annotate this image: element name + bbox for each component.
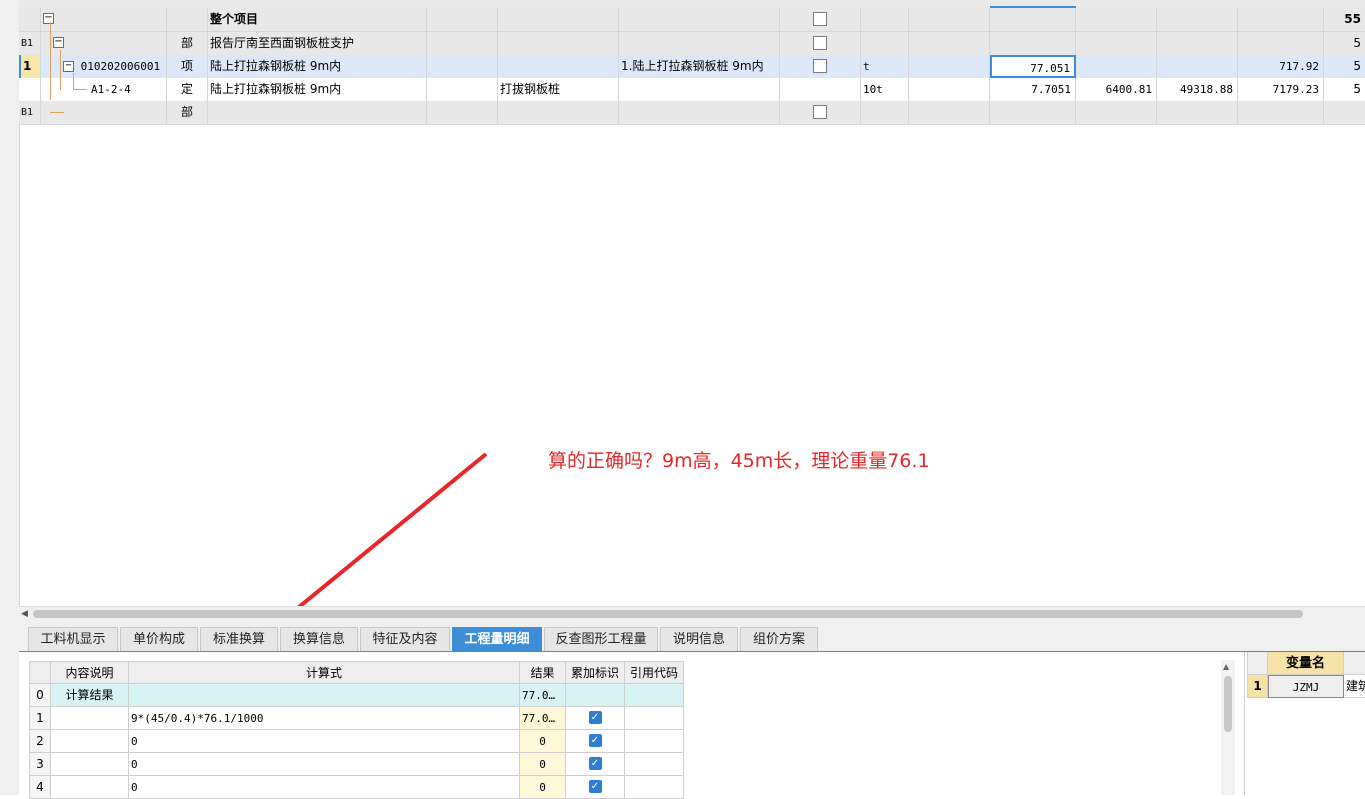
checkbox-checked-icon[interactable]: ✓ — [588, 711, 602, 724]
var-row-number: 1 — [1247, 675, 1268, 698]
detail-accumulate-cell[interactable]: ✓ — [566, 707, 625, 730]
scrollbar-thumb[interactable] — [33, 610, 1303, 618]
triangle-left-icon[interactable]: ◀ — [21, 607, 31, 621]
tab-unit-price[interactable]: 单价构成 — [120, 627, 198, 651]
detail-result-cell: 0 — [520, 730, 566, 753]
detail-ref-cell[interactable] — [625, 753, 684, 776]
scrollbar-thumb[interactable] — [1224, 676, 1232, 732]
tab-features[interactable]: 特征及内容 — [360, 627, 450, 651]
detail-accumulate-cell[interactable]: ✓ — [566, 730, 625, 753]
desc-header: 内容说明 — [51, 661, 129, 684]
detail-row-number: 1 — [29, 707, 51, 730]
tab-standard-conversion[interactable]: 标准换算 — [200, 627, 278, 651]
detail-row-number: 4 — [29, 776, 51, 799]
detail-desc-cell[interactable] — [51, 707, 129, 730]
row-num-header — [29, 661, 51, 684]
detail-formula-cell[interactable] — [129, 684, 520, 707]
detail-formula-cell[interactable]: 9*(45/0.4)*76.1/1000 — [129, 707, 520, 730]
tab-conversion-info[interactable]: 换算信息 — [280, 627, 358, 651]
result-header: 结果 — [520, 661, 566, 684]
detail-desc-cell[interactable] — [51, 753, 129, 776]
detail-formula-cell[interactable]: 0 — [129, 776, 520, 799]
triangle-up-icon[interactable]: ▲ — [1223, 662, 1229, 671]
detail-accumulate-cell[interactable]: ✓ — [566, 753, 625, 776]
detail-result-cell: 77.0… — [520, 684, 566, 707]
var-row-num-header — [1247, 652, 1268, 675]
tab-reverse-lookup[interactable]: 反查图形工程量 — [544, 627, 658, 651]
detail-row-number: 0 — [29, 684, 51, 707]
detail-result-cell: 0 — [520, 776, 566, 799]
tab-labor-material-machine[interactable]: 工料机显示 — [28, 627, 118, 651]
detail-ref-cell — [625, 684, 684, 707]
ref-code-header: 引用代码 — [625, 661, 684, 684]
checkbox-checked-icon[interactable]: ✓ — [588, 734, 602, 747]
tab-bar: 工料机显示 单价构成 标准换算 换算信息 特征及内容 工程量明细 反查图形工程量… — [19, 621, 1365, 653]
detail-ref-cell[interactable] — [625, 776, 684, 799]
formula-header: 计算式 — [129, 661, 520, 684]
detail-desc-cell[interactable] — [51, 730, 129, 753]
accumulate-header: 累加标识 — [566, 661, 625, 684]
detail-formula-cell[interactable]: 0 — [129, 753, 520, 776]
checkbox-checked-icon[interactable]: ✓ — [588, 780, 602, 793]
var-extra-header — [1344, 652, 1365, 675]
tab-quantity-detail[interactable]: 工程量明细 — [452, 627, 542, 651]
var-extra-cell: 建筑 — [1344, 675, 1365, 698]
detail-row-number: 3 — [29, 753, 51, 776]
detail-ref-cell[interactable] — [625, 730, 684, 753]
tab-pricing-plan[interactable]: 组价方案 — [740, 627, 818, 651]
detail-accumulate-cell — [566, 684, 625, 707]
horizontal-scrollbar[interactable]: ◀ — [19, 606, 1365, 621]
variable-panel: 变量名 1 JZMJ 建筑 — [1244, 652, 1365, 795]
var-name-header: 变量名 — [1268, 652, 1344, 675]
detail-desc-cell[interactable] — [51, 776, 129, 799]
vertical-scrollbar[interactable]: ▲ — [1221, 660, 1235, 795]
checkbox-checked-icon[interactable]: ✓ — [588, 757, 602, 770]
detail-result-cell: 77.0… — [520, 707, 566, 730]
detail-ref-cell[interactable] — [625, 707, 684, 730]
detail-result-cell: 0 — [520, 753, 566, 776]
quantity-detail-panel: 内容说明 计算式 结果 累加标识 引用代码 0 计算结果 77.0… 1 9*(… — [19, 652, 1365, 799]
tab-description[interactable]: 说明信息 — [660, 627, 738, 651]
var-name-cell[interactable]: JZMJ — [1268, 675, 1344, 698]
detail-desc-cell: 计算结果 — [51, 684, 129, 707]
detail-formula-cell[interactable]: 0 — [129, 730, 520, 753]
detail-accumulate-cell[interactable]: ✓ — [566, 776, 625, 799]
detail-row-number: 2 — [29, 730, 51, 753]
